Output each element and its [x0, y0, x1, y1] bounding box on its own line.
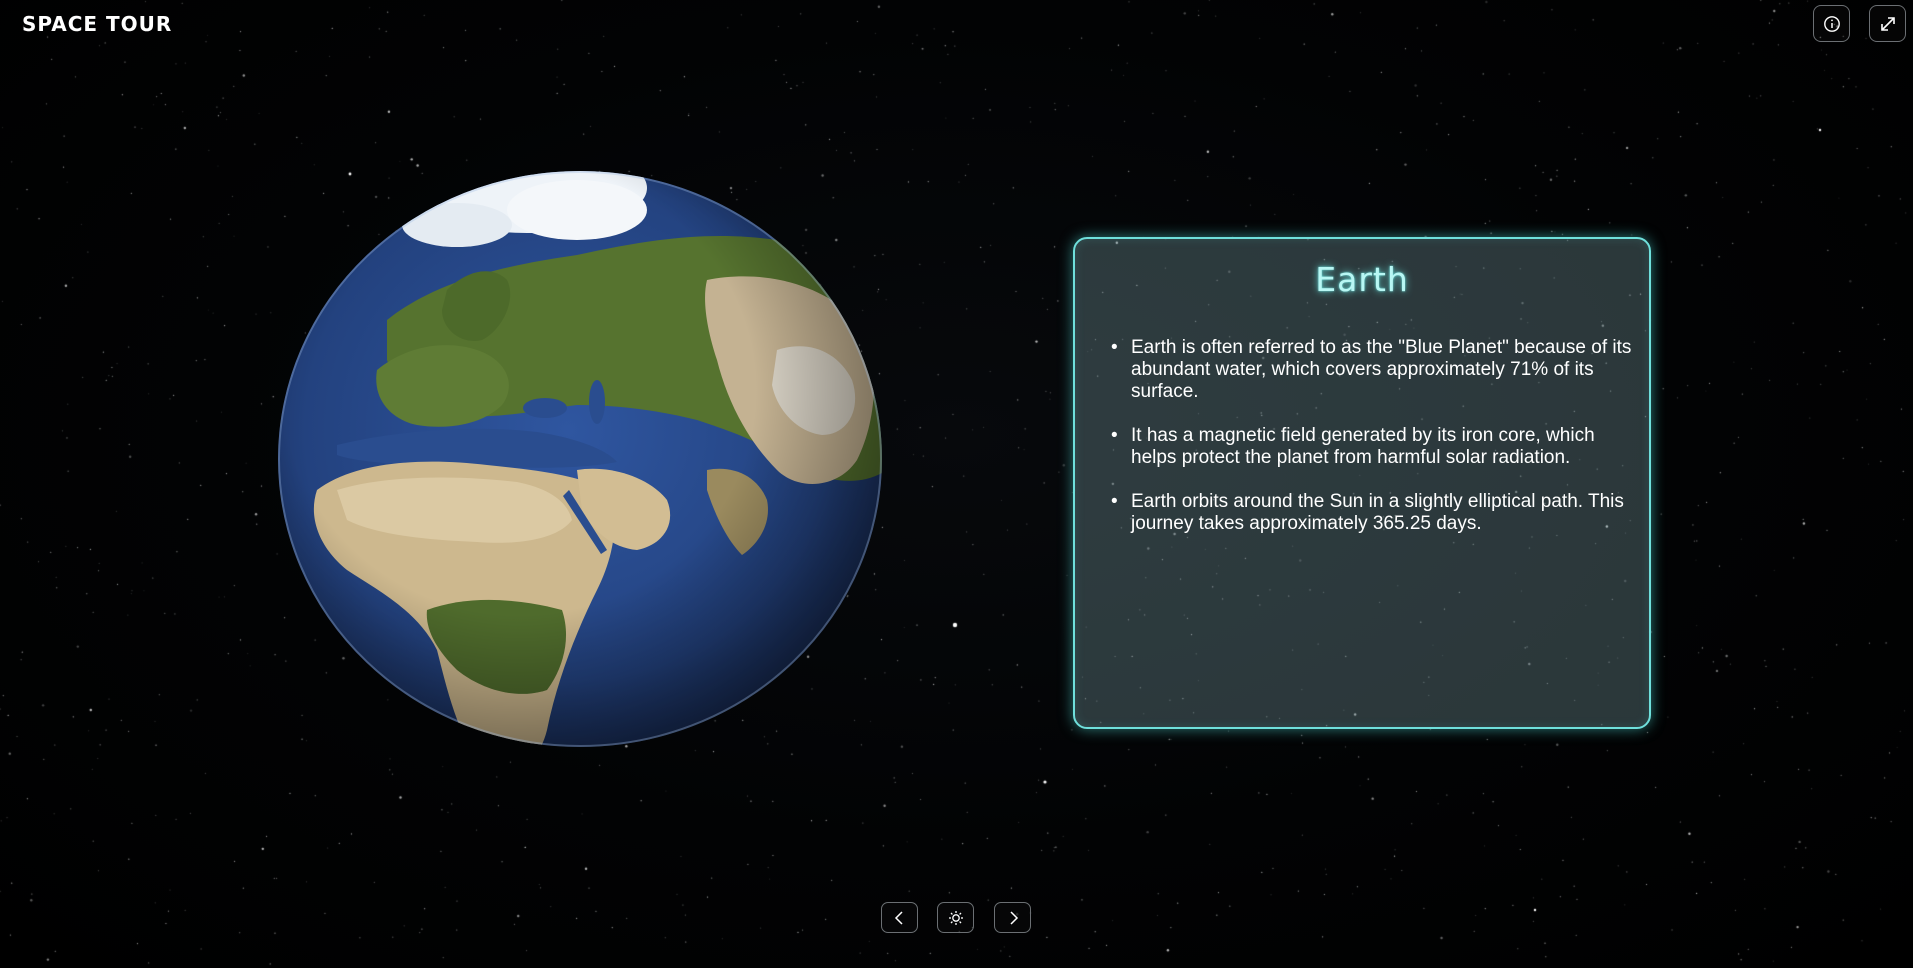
sun-gear-icon: [948, 910, 963, 925]
previous-planet-button[interactable]: [881, 902, 918, 933]
chevron-right-icon: [1009, 910, 1018, 925]
next-planet-button[interactable]: [994, 902, 1031, 933]
info-icon: [1823, 15, 1840, 32]
bullet-icon: •: [1111, 425, 1118, 446]
sun-view-button[interactable]: [937, 902, 974, 933]
expand-icon: [1880, 16, 1895, 31]
bullet-icon: •: [1111, 491, 1118, 512]
earth-globe[interactable]: [277, 170, 883, 748]
planet-name-heading: Earth: [1315, 260, 1409, 299]
earth-image: [278, 171, 882, 747]
list-item: • Earth orbits around the Sun in a slight…: [1111, 491, 1633, 535]
planet-info-card: Earth • Earth is often referred to as the…: [1073, 237, 1651, 729]
list-item: • It has a magnetic field generated by it…: [1111, 425, 1633, 469]
list-item: • Earth is often referred to as the "Blue…: [1111, 337, 1633, 403]
bullet-icon: •: [1111, 337, 1118, 358]
fact-text: Earth is often referred to as the "Blue …: [1131, 337, 1632, 402]
space-scene: SPACE TOUR Earth • Earth is often referr…: [0, 0, 1913, 968]
planet-facts-list: • Earth is often referred to as the "Blue…: [1111, 337, 1633, 557]
fact-text: Earth orbits around the Sun in a slightl…: [1131, 491, 1624, 534]
fullscreen-button[interactable]: [1869, 5, 1906, 42]
chevron-left-icon: [894, 910, 903, 925]
app-title: SPACE TOUR: [22, 12, 173, 36]
info-button[interactable]: [1813, 5, 1850, 42]
fact-text: It has a magnetic field generated by its…: [1131, 425, 1595, 468]
